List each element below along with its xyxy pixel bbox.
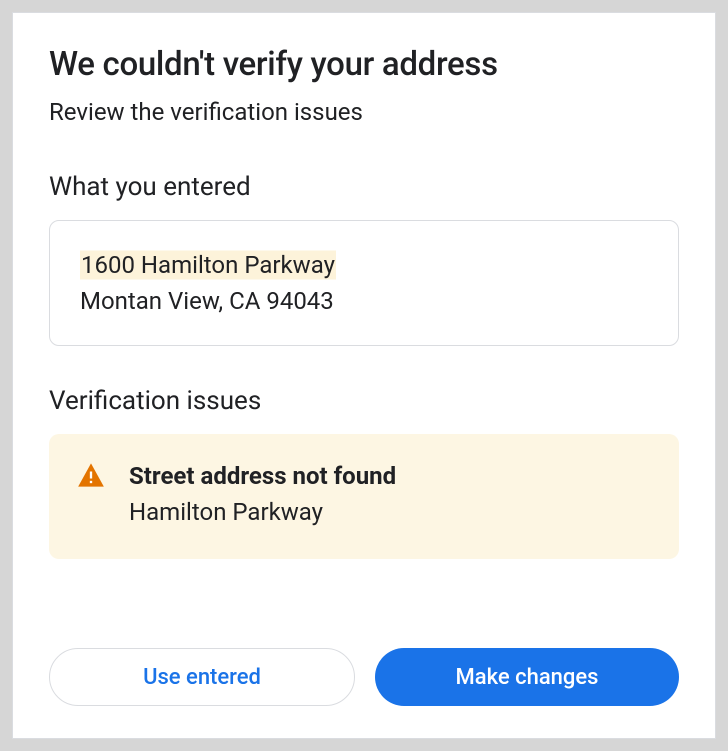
address-verification-dialog: We couldn't verify your address Review t… — [12, 12, 716, 739]
address-line2: Montan View, CA 94043 — [80, 283, 648, 319]
issue-detail: Hamilton Parkway — [129, 496, 651, 530]
verification-issues-box: Street address not found Hamilton Parkwa… — [49, 434, 679, 559]
entered-heading: What you entered — [49, 172, 679, 202]
issue-title: Street address not found — [129, 460, 651, 494]
address-line1: 1600 Hamilton Parkway — [80, 247, 336, 283]
warning-icon — [77, 462, 105, 492]
issue-text: Street address not found Hamilton Parkwa… — [129, 460, 651, 529]
issues-heading: Verification issues — [49, 386, 679, 416]
dialog-title: We couldn't verify your address — [49, 45, 679, 84]
button-row: Use entered Make changes — [49, 648, 679, 706]
make-changes-button[interactable]: Make changes — [375, 648, 679, 706]
entered-address-box: 1600 Hamilton Parkway Montan View, CA 94… — [49, 220, 679, 346]
dialog-subtitle: Review the verification issues — [49, 98, 679, 126]
use-entered-button[interactable]: Use entered — [49, 648, 355, 706]
